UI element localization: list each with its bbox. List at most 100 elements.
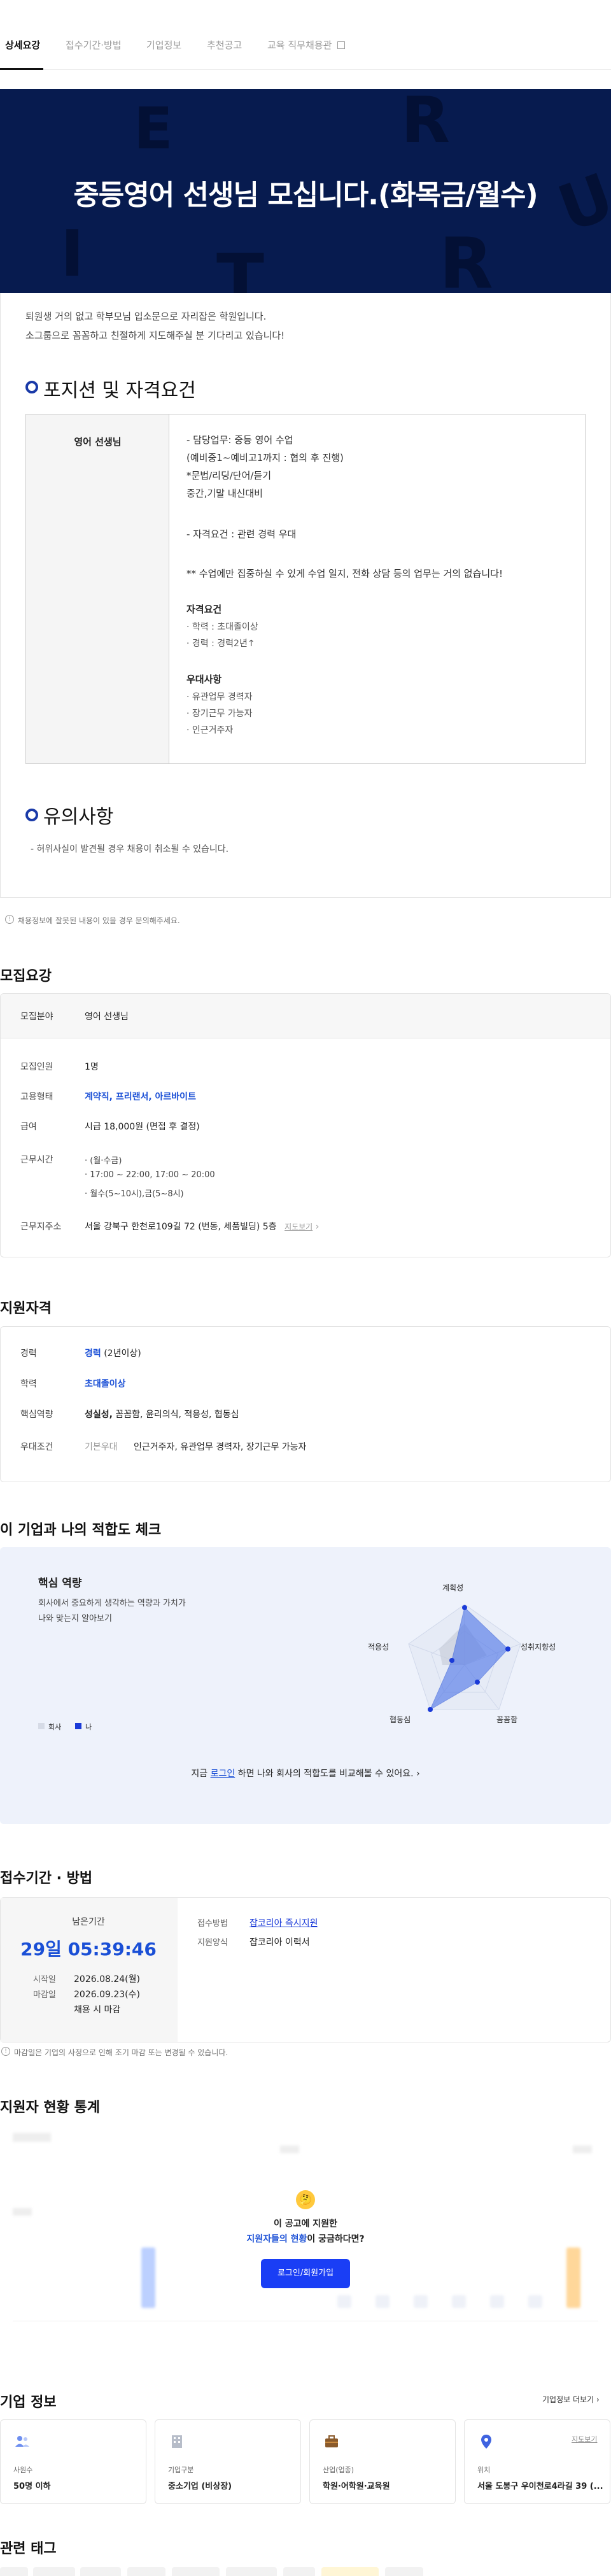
- fit-desc-line: 회사에서 중요하게 생각하는 역량과 가치가: [38, 1599, 186, 1608]
- intro-line: 소그룹으로 꼼꼼하고 친절하게 지도해주실 분 기다리고 있습니다!: [25, 330, 285, 341]
- fit-title: 이 기업과 나의 적합도 체크: [0, 1522, 162, 1538]
- position-line: ** 수업에만 집중하실 수 있게 수업 일지, 전화 상담 등의 업무는 거의…: [186, 568, 503, 579]
- radar-label: 꼼꼼함: [496, 1715, 518, 1724]
- company-more-link[interactable]: 기업정보 더보기 ›: [542, 2394, 600, 2405]
- company-card-location: 지도보기 위치 서울 도봉구 우이천로4라길 39 (...: [464, 2419, 610, 2504]
- stats-cta-line2: 지원자들의 현황이 궁금하다면?: [0, 2232, 611, 2245]
- chevron-right-icon: ›: [596, 2395, 600, 2404]
- edu-value: 초대졸이상: [85, 1379, 126, 1389]
- legend-company: 회사: [48, 1723, 62, 1731]
- hero-title: 중등영어 선생님 모십니다.(화목금/월수): [73, 179, 538, 211]
- blur-placeholder: [13, 2133, 51, 2142]
- tag-chip[interactable]: [226, 2567, 277, 2576]
- start-label: 시작일: [33, 1975, 56, 1985]
- remain-label: 남은기간: [72, 1917, 105, 1927]
- tag-chip[interactable]: [0, 2567, 28, 2576]
- end-value: 2026.09.23(수): [74, 1990, 140, 2000]
- form-value: 잡코리아 이력서: [249, 1937, 310, 1948]
- preference-item: · 인근거주자: [186, 725, 234, 735]
- tag-chip[interactable]: [172, 2567, 220, 2576]
- intro-line: 퇴원생 거의 없고 학부모님 입소문으로 자리잡은 학원입니다.: [25, 311, 267, 322]
- edu-label: 학력: [20, 1379, 37, 1389]
- tag-chip[interactable]: [321, 2567, 379, 2576]
- blur-placeholder: [573, 2146, 592, 2153]
- login-link[interactable]: 로그인: [211, 1769, 235, 1779]
- tag-chip[interactable]: [385, 2567, 423, 2576]
- map-link[interactable]: 지도보기: [284, 1222, 313, 1231]
- tab-detail[interactable]: 상세요강: [5, 38, 40, 52]
- blur-placeholder: [13, 2208, 32, 2216]
- notice-text: - 허위사실이 발견될 경우 채용이 취소될 수 있습니다.: [31, 844, 229, 854]
- position-line: - 담당업무: 중등 영어 수업: [186, 434, 293, 446]
- tags-title: 관련 태그: [0, 2541, 57, 2557]
- tag-chip[interactable]: [33, 2567, 75, 2576]
- blur-bar: [566, 2247, 580, 2308]
- field-label: 모집분야: [20, 1012, 53, 1022]
- tab-company-info[interactable]: 기업정보: [146, 38, 181, 52]
- fit-desc: 회사에서 중요하게 생각하는 역량과 가치가 나와 맞는지 알아보기: [38, 1596, 186, 1627]
- building-icon: [172, 2435, 182, 2448]
- radar-point: [462, 1605, 467, 1610]
- stats-cta-line1: 이 공고에 지원한: [274, 2219, 337, 2229]
- method-value[interactable]: 잡코리아 즉시지원: [249, 1916, 318, 1929]
- tab-education-label: 교육 직무채용관: [267, 39, 332, 51]
- hero-decor-e: E: [134, 96, 173, 162]
- radar-label: 적응성: [368, 1643, 390, 1652]
- count-value: 1명: [85, 1062, 99, 1072]
- exp-extra: (2년이상): [104, 1348, 141, 1359]
- hero-decor-i: I: [60, 216, 85, 291]
- tab-education-hiring[interactable]: 교육 직무채용관: [267, 38, 346, 52]
- pref-type: 기본우대: [85, 1442, 118, 1452]
- tag-chip[interactable]: [80, 2567, 121, 2576]
- login-signup-button[interactable]: 로그인/회원가입: [261, 2259, 350, 2288]
- blur-placeholder: [280, 2146, 299, 2153]
- active-tab-indicator: [0, 68, 43, 70]
- report-notice[interactable]: 채용정보에 잘못된 내용이 있을 경우 문의해주세요.: [18, 915, 180, 926]
- address-value: 서울 강북구 한천로109길 72 (번동, 세품빌딩) 5층: [85, 1222, 277, 1232]
- hours-line: · 17:00 ~ 22:00, 17:00 ~ 20:00: [85, 1170, 215, 1180]
- position-table: 영어 선생님: [25, 414, 586, 764]
- hero-decor-r2: R: [439, 223, 493, 293]
- pref-value: 인근거주자, 유관업무 경력자, 장기근무 가능자: [134, 1442, 307, 1452]
- position-label: 영어 선생님: [74, 436, 122, 448]
- tag-chip[interactable]: [283, 2567, 315, 2576]
- position-line: 중간,기말 내신대비: [186, 488, 263, 499]
- fit-subtitle: 핵심 역량: [38, 1577, 82, 1590]
- radar-label: 협동심: [390, 1715, 411, 1724]
- tab-apply-period[interactable]: 접수기간·방법: [66, 38, 122, 52]
- fit-login-prompt: 지금 로그인 하면 나와 회사의 적합도를 비교해볼 수 있어요. ›: [0, 1767, 611, 1780]
- hero-decor-r1: R: [401, 89, 451, 157]
- core-row: 성실성, 꼼꼼함, 윤리의식, 적응성, 협동심: [85, 1408, 239, 1420]
- radar-point: [505, 1646, 510, 1652]
- hours-label: 근무시간: [20, 1155, 53, 1165]
- company-map-link[interactable]: 지도보기: [572, 2434, 597, 2444]
- company-card-label: 사원수: [13, 2466, 33, 2474]
- stats-blurred-chart: [0, 2133, 611, 2362]
- address-row: 서울 강북구 한천로109길 72 (번동, 세품빌딩) 5층 지도보기 ›: [85, 1220, 319, 1233]
- hero-decor-t: T: [216, 239, 265, 293]
- blur-bar: [414, 2295, 428, 2308]
- company-card-employees: 사원수 50명 이하: [0, 2419, 146, 2504]
- address-label: 근무지주소: [20, 1222, 62, 1232]
- company-card-value: 50명 이하: [13, 2482, 51, 2491]
- pay-value: 시급 18,000원 (면접 후 결정): [85, 1122, 200, 1132]
- tag-chip[interactable]: [127, 2567, 165, 2576]
- info-icon: !: [1, 2047, 10, 2056]
- tab-recommended[interactable]: 추천공고: [207, 38, 242, 52]
- tab-bar: 상세요강 접수기간·방법 기업정보 추천공고 교육 직무채용관: [0, 0, 611, 70]
- position-heading: 포지션 및 자격요건: [43, 379, 196, 402]
- blur-bar: [528, 2295, 542, 2308]
- exp-label: 경력: [20, 1348, 37, 1359]
- position-line: - 자격요건 : 관련 경력 우대: [186, 528, 297, 540]
- hours-line: · (월·수금): [85, 1156, 122, 1166]
- company-card-value: 학원·어학원·교육원: [323, 2482, 390, 2491]
- chevron-right-icon: ›: [315, 1222, 320, 1232]
- recruit-title: 모집요강: [0, 968, 52, 984]
- exp-row: 경력 (2년이상): [85, 1347, 141, 1359]
- core-rest: 꼼꼼함, 윤리의식, 적응성, 협동심: [112, 1410, 239, 1420]
- company-card-industry: 산업(업종) 학원·어학원·교육원: [309, 2419, 456, 2504]
- preference-item: · 장기근무 가능자: [186, 709, 253, 719]
- company-card-value: 중소기업 (비상장): [168, 2482, 232, 2491]
- chevron-right-icon: ›: [416, 1769, 420, 1779]
- login-post: 하면 나와 회사의 적합도를 비교해볼 수 있어요.: [235, 1769, 414, 1779]
